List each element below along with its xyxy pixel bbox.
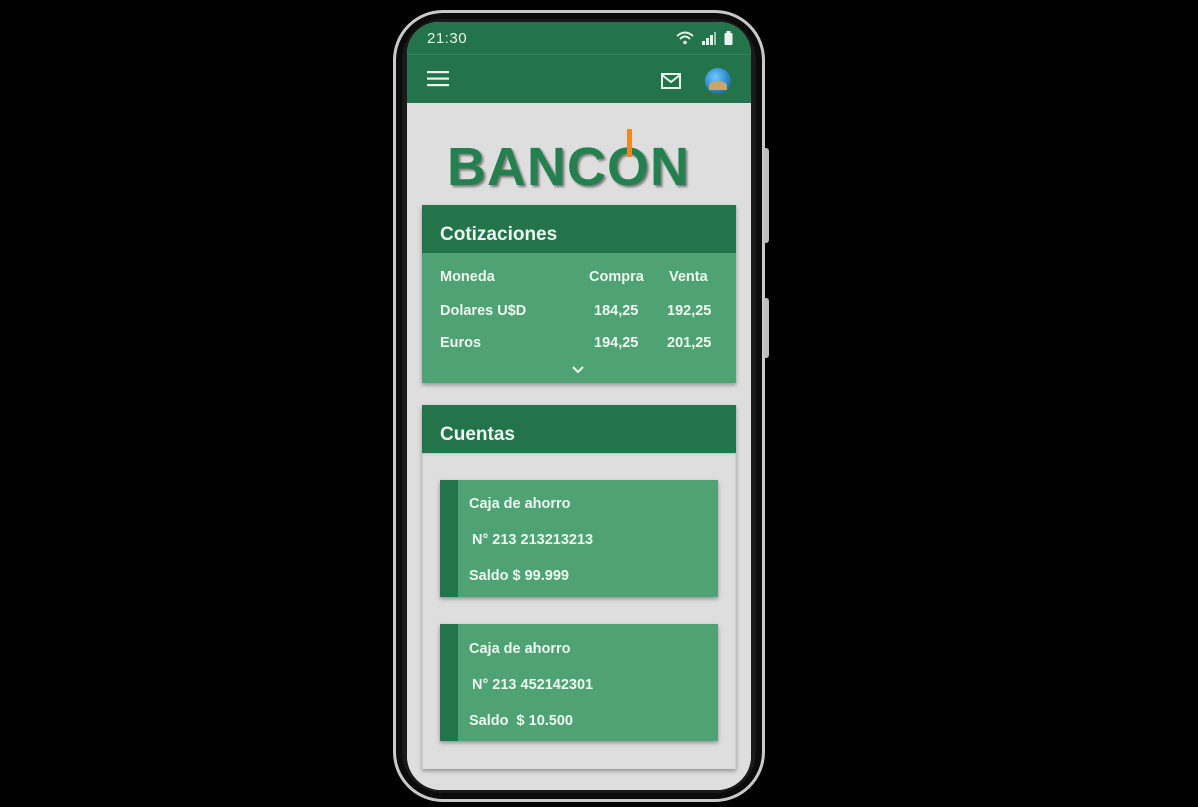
phone-screen: 21:30 BANCO N Cotizaciones Moneda Compra… [407,22,751,790]
row-eur-venta: 201,25 [667,335,712,351]
logo-power-o: O [607,129,650,197]
header-compra: Compra [589,269,644,285]
row-usd-venta: 192,25 [667,303,712,319]
signal-icon [702,31,716,45]
cotizaciones-table: Moneda Compra Venta Dolares U$D 184,25 1… [422,253,736,383]
volume-button [764,148,769,243]
bancon-logo: BANCO N [447,129,697,197]
account-card[interactable]: Caja de ahorro N° 213 452142301 Saldo $ … [440,624,718,741]
row-eur-moneda: Euros [440,335,482,351]
mail-icon[interactable] [660,72,682,90]
cuentas-list: Caja de ahorro N° 213 213213213 Saldo $ … [422,453,736,769]
hamburger-menu-icon[interactable] [425,69,451,89]
battery-icon [724,31,733,45]
header-moneda: Moneda [440,269,495,285]
status-time: 21:30 [427,30,468,47]
account-stripe [440,624,458,741]
cotizaciones-title: Cotizaciones [422,205,736,253]
account-type: Caja de ahorro [469,641,571,657]
logo-text-start: BANC [447,137,607,197]
cuentas-card: Cuentas Caja de ahorro N° 213 213213213 … [422,405,736,769]
main-content: BANCO N Cotizaciones Moneda Compra Venta … [407,103,751,790]
account-number: N° 213 213213213 [472,532,594,548]
account-number: N° 213 452142301 [472,677,594,693]
row-usd-moneda: Dolares U$D [440,303,527,319]
cotizaciones-card: Cotizaciones Moneda Compra Venta Dolares… [422,205,736,383]
header-venta: Venta [669,269,708,285]
power-icon [626,129,632,157]
row-eur-compra: 194,25 [594,335,639,351]
power-button [764,298,769,358]
account-stripe [440,480,458,597]
account-balance: Saldo $ 10.500 [469,713,573,729]
logo-text-end: N [650,137,691,197]
status-icons [676,31,733,45]
account-card[interactable]: Caja de ahorro N° 213 213213213 Saldo $ … [440,480,718,597]
wifi-icon [676,31,694,45]
app-bar [407,54,751,104]
status-bar: 21:30 [407,22,751,54]
account-type: Caja de ahorro [469,496,571,512]
row-usd-compra: 184,25 [594,303,639,319]
account-balance: Saldo $ 99.999 [469,568,569,584]
cuentas-title: Cuentas [422,405,736,453]
chevron-down-icon[interactable] [571,365,585,375]
user-avatar[interactable] [705,68,731,94]
